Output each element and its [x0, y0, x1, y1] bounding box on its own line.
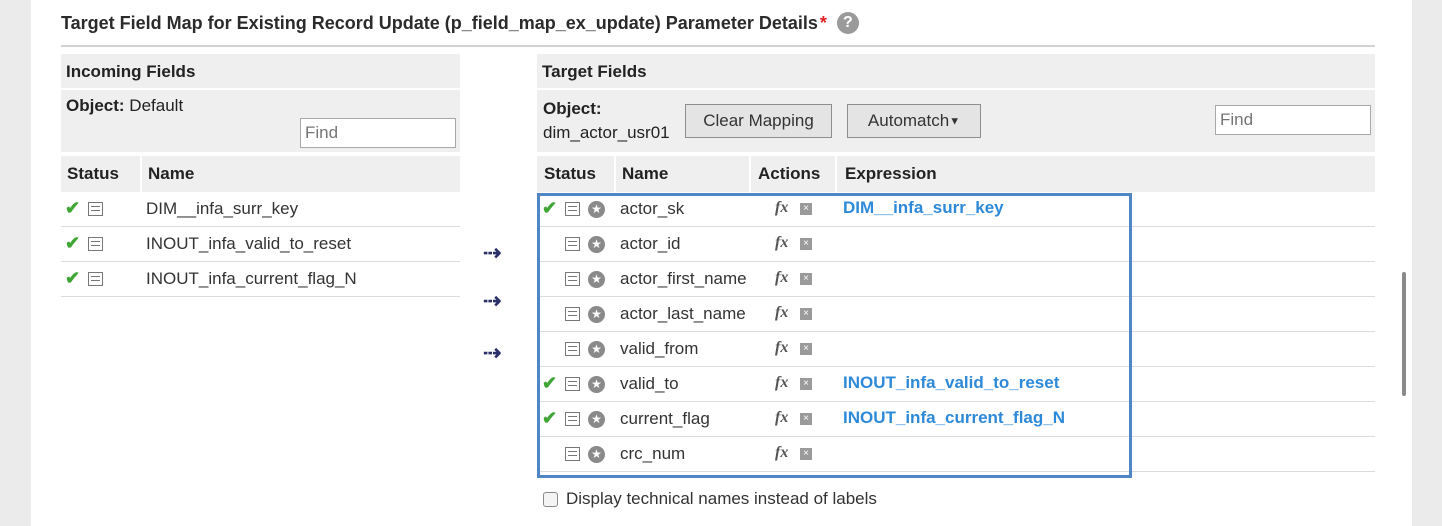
fx-icon[interactable]: fx: [775, 234, 788, 252]
field-info-icon[interactable]: [565, 447, 580, 461]
target-field-name: actor_first_name: [620, 269, 747, 288]
incoming-field-name: INOUT_infa_current_flag_N: [146, 269, 357, 288]
field-info-icon[interactable]: [88, 202, 103, 216]
target-field-name: current_flag: [620, 409, 710, 428]
target-table-header: Status Name Actions Expression: [537, 156, 1375, 192]
incoming-row[interactable]: ✔ DIM__infa_surr_key: [61, 192, 460, 227]
target-actions-header: Actions: [758, 164, 821, 183]
incoming-object-label: Object:: [66, 96, 125, 115]
incoming-row[interactable]: ✔ INOUT_infa_current_flag_N: [61, 262, 460, 297]
target-row[interactable]: ✔ ★ actor_sk fx × DIM__infa_surr_key: [537, 192, 1375, 227]
clear-icon[interactable]: ×: [800, 203, 812, 215]
star-icon[interactable]: ★: [588, 271, 605, 288]
fx-icon[interactable]: fx: [775, 409, 788, 427]
field-info-icon[interactable]: [565, 342, 580, 356]
mapped-check-icon: ✔: [65, 233, 81, 253]
fx-icon[interactable]: fx: [775, 269, 788, 287]
field-info-icon[interactable]: [565, 202, 580, 216]
target-expression[interactable]: INOUT_infa_current_flag_N: [843, 408, 1065, 428]
fx-icon[interactable]: fx: [775, 199, 788, 217]
target-expression-header: Expression: [845, 164, 937, 183]
target-field-name: valid_from: [620, 339, 699, 358]
field-info-icon[interactable]: [565, 272, 580, 286]
incoming-find-input[interactable]: [300, 118, 456, 148]
mapping-arrow-icon: ⇢: [483, 288, 501, 313]
fx-icon[interactable]: fx: [775, 304, 788, 322]
field-info-icon[interactable]: [565, 377, 580, 391]
mapped-check-icon: ✔: [542, 373, 558, 393]
target-field-name: actor_last_name: [620, 304, 746, 323]
target-object-label: Object:: [543, 99, 602, 118]
clear-icon[interactable]: ×: [800, 448, 812, 460]
star-icon[interactable]: ★: [588, 376, 605, 393]
incoming-field-name: INOUT_infa_valid_to_reset: [146, 234, 352, 253]
display-technical-names-label: Display technical names instead of label…: [566, 489, 877, 508]
target-field-name: crc_num: [620, 444, 686, 463]
incoming-table-header: Status Name: [61, 156, 460, 192]
target-status-header: Status: [544, 164, 596, 183]
mapped-check-icon: ✔: [542, 408, 558, 428]
required-mark: *: [819, 12, 827, 33]
target-row[interactable]: ★ actor_id fx ×: [537, 227, 1375, 262]
clear-mapping-button[interactable]: Clear Mapping: [685, 104, 832, 138]
target-row[interactable]: ✔ ★ current_flag fx × INOUT_infa_current…: [537, 402, 1375, 437]
field-info-icon[interactable]: [88, 237, 103, 251]
target-field-name: valid_to: [620, 374, 679, 393]
mapped-check-icon: ✔: [65, 198, 81, 218]
page-title: Target Field Map for Existing Record Upd…: [61, 12, 859, 34]
display-technical-names-checkbox[interactable]: [543, 491, 558, 507]
target-row[interactable]: ★ actor_first_name fx ×: [537, 262, 1375, 297]
clear-icon[interactable]: ×: [800, 343, 812, 355]
target-name-header: Name: [622, 164, 669, 183]
automatch-button[interactable]: Automatch▼: [847, 104, 981, 138]
automatch-label: Automatch: [867, 111, 950, 130]
star-icon[interactable]: ★: [588, 411, 605, 428]
target-expression[interactable]: INOUT_infa_valid_to_reset: [843, 373, 1059, 393]
mapped-check-icon: ✔: [65, 268, 81, 288]
field-info-icon[interactable]: [565, 412, 580, 426]
help-icon[interactable]: ?: [836, 12, 859, 34]
incoming-object-value: Default: [129, 96, 184, 115]
clear-icon[interactable]: ×: [800, 238, 812, 250]
target-row[interactable]: ★ actor_last_name fx ×: [537, 297, 1375, 332]
fx-icon[interactable]: fx: [775, 374, 788, 392]
mapped-check-icon: ✔: [542, 198, 558, 218]
star-icon[interactable]: ★: [588, 201, 605, 218]
star-icon[interactable]: ★: [588, 446, 605, 463]
incoming-row[interactable]: ✔ INOUT_infa_valid_to_reset: [61, 227, 460, 262]
field-info-icon[interactable]: [88, 272, 103, 286]
clear-icon[interactable]: ×: [800, 378, 812, 390]
display-technical-names-option[interactable]: Display technical names instead of label…: [543, 489, 877, 509]
clear-icon[interactable]: ×: [800, 413, 812, 425]
target-field-name: actor_id: [620, 234, 681, 253]
mapping-arrow-icon: ⇢: [483, 340, 501, 365]
incoming-name-header: Name: [148, 164, 195, 183]
mapping-arrow-icon: ⇢: [483, 240, 501, 265]
target-row[interactable]: ✔ ★ valid_to fx × INOUT_infa_valid_to_re…: [537, 367, 1375, 402]
target-expression[interactable]: DIM__infa_surr_key: [843, 198, 1004, 218]
fx-icon[interactable]: fx: [775, 339, 788, 357]
page-title-text: Target Field Map for Existing Record Upd…: [61, 12, 818, 33]
incoming-field-name: DIM__infa_surr_key: [146, 199, 299, 218]
target-find-input[interactable]: [1215, 105, 1371, 135]
scrollbar-track: [1412, 0, 1442, 526]
target-fields-title: Target Fields: [537, 54, 1375, 88]
star-icon[interactable]: ★: [588, 236, 605, 253]
header-divider: [61, 45, 1375, 47]
target-object-value: dim_actor_usr01: [543, 123, 670, 142]
incoming-status-header: Status: [67, 164, 119, 183]
chevron-down-icon: ▼: [949, 115, 961, 128]
target-row[interactable]: ★ valid_from fx ×: [537, 332, 1375, 367]
clear-icon[interactable]: ×: [800, 308, 812, 320]
field-info-icon[interactable]: [565, 237, 580, 251]
incoming-fields-title: Incoming Fields: [61, 54, 460, 88]
target-field-name: actor_sk: [620, 199, 685, 218]
field-info-icon[interactable]: [565, 307, 580, 321]
target-row[interactable]: ★ crc_num fx ×: [537, 437, 1375, 472]
star-icon[interactable]: ★: [588, 341, 605, 358]
scrollbar-thumb[interactable]: [1402, 272, 1406, 396]
fx-icon[interactable]: fx: [775, 444, 788, 462]
star-icon[interactable]: ★: [588, 306, 605, 323]
clear-icon[interactable]: ×: [800, 273, 812, 285]
